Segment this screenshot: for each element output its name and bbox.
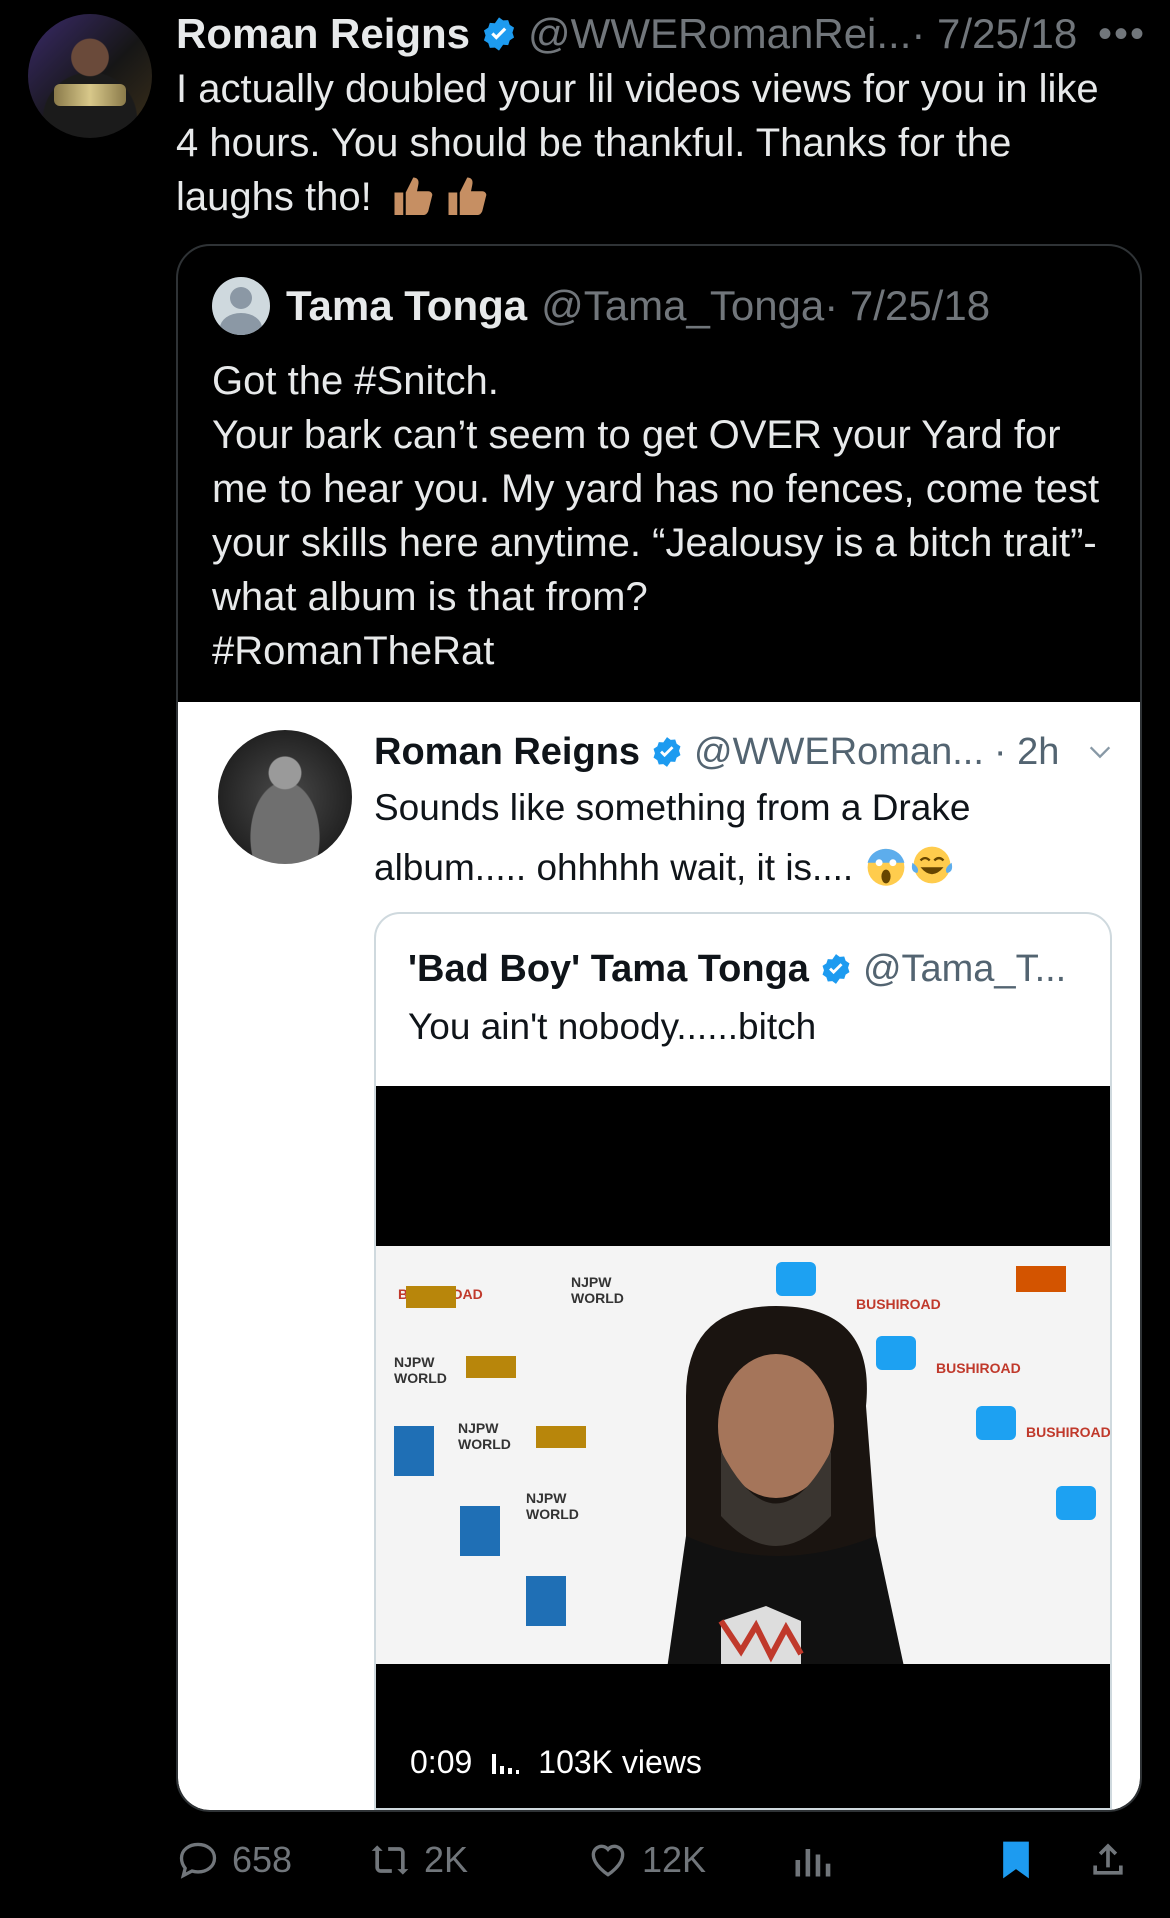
chevron-down-icon [1089, 746, 1111, 759]
thumbs-up-icon [448, 177, 487, 215]
embed-author-name: Roman Reigns [374, 730, 641, 773]
share-button[interactable] [1086, 1838, 1130, 1882]
embed-handle: @WWERoman... [694, 730, 984, 773]
inner-author-name: 'Bad Boy' Tama Tonga [408, 947, 809, 990]
video-views: 103K views [538, 1744, 702, 1780]
quote-date[interactable]: · 7/25/18 [824, 282, 990, 330]
volume-bars-icon [492, 1753, 520, 1774]
reply-icon [179, 1842, 217, 1879]
quote-text: Got the #Snitch. Your bark can’t seem to… [212, 354, 1112, 678]
verified-badge-icon [822, 954, 850, 984]
verified-badge-icon [653, 737, 681, 767]
video-player: BUSHIROAD NJPW WORLD NJPW WORLD NJPW WOR… [376, 1086, 1110, 1808]
verified-badge-icon [484, 17, 515, 51]
like-count: 12K [642, 1839, 707, 1880]
embed-author-avatar [218, 730, 352, 864]
embed-time: · 2h [993, 730, 1060, 773]
person-in-video [667, 1306, 904, 1664]
bookmark-button[interactable] [994, 1838, 1038, 1882]
inner-quoted-tweet: 'Bad Boy' Tama Tonga @Tama_T... You ain'… [374, 912, 1112, 1810]
quote-line: Your bark can’t seem to get OVER your Ya… [212, 413, 1100, 619]
author-avatar[interactable] [28, 14, 152, 138]
video-controls: 0:09 103K views [410, 1744, 702, 1781]
tweet-text: I actually doubled your lil videos views… [176, 62, 1116, 224]
thumbs-up-icon [394, 177, 433, 215]
quote-hashtag[interactable]: #RomanTheRat [212, 624, 1112, 678]
bookmark-icon [1003, 1841, 1029, 1879]
tweet-body: I actually doubled your lil videos views… [176, 67, 1099, 219]
screaming-face-icon [868, 848, 905, 886]
retweet-count: 2K [424, 1839, 469, 1880]
retweet-icon [371, 1845, 409, 1875]
embed-text: Sounds like something from a Drake album… [374, 778, 1104, 898]
retweet-button[interactable]: 2K [368, 1838, 468, 1882]
inner-handle: @Tama_T... [862, 947, 1067, 990]
analytics-icon [795, 1849, 831, 1877]
reply-count: 658 [232, 1839, 293, 1880]
like-button[interactable]: 12K [586, 1838, 706, 1882]
tears-of-joy-icon [912, 846, 953, 884]
quote-handle[interactable]: @Tama_Tonga [541, 282, 824, 330]
author-name[interactable]: Roman Reigns [176, 10, 470, 58]
video-frame: BUSHIROAD NJPW WORLD NJPW WORLD NJPW WOR… [376, 1246, 1110, 1664]
author-handle[interactable]: @WWERomanRei... [528, 10, 911, 58]
tweet-actions: 658 2K 12K [176, 1832, 1142, 1888]
quote-line: Got the #Snitch. [212, 359, 499, 403]
reply-button[interactable]: 658 [176, 1838, 292, 1882]
heart-icon [591, 1844, 625, 1877]
embed-header: Roman Reigns @WWERoman... · 2h [374, 724, 1114, 780]
embedded-screenshot[interactable]: Roman Reigns @WWERoman... · 2h Sounds li… [178, 702, 1140, 1810]
tweet-header: Roman Reigns @WWERomanRei... · 7/25/18 •… [176, 6, 1146, 62]
inner-header: 'Bad Boy' Tama Tonga @Tama_T... [408, 942, 1066, 996]
default-avatar-icon[interactable] [212, 277, 270, 335]
inner-text: You ain't nobody......bitch [408, 1006, 817, 1047]
quote-header: Tama Tonga @Tama_Tonga · 7/25/18 [212, 276, 990, 336]
quoted-tweet[interactable]: Tama Tonga @Tama_Tonga · 7/25/18 Got the… [176, 244, 1142, 1812]
more-options-icon[interactable]: ••• [1098, 12, 1146, 57]
tweet-date[interactable]: · 7/25/18 [911, 10, 1077, 58]
video-duration: 0:09 [410, 1744, 473, 1780]
avatar-belt [54, 84, 126, 106]
quote-author-name[interactable]: Tama Tonga [286, 282, 527, 330]
share-icon [1093, 1843, 1123, 1875]
views-button[interactable] [790, 1838, 834, 1882]
